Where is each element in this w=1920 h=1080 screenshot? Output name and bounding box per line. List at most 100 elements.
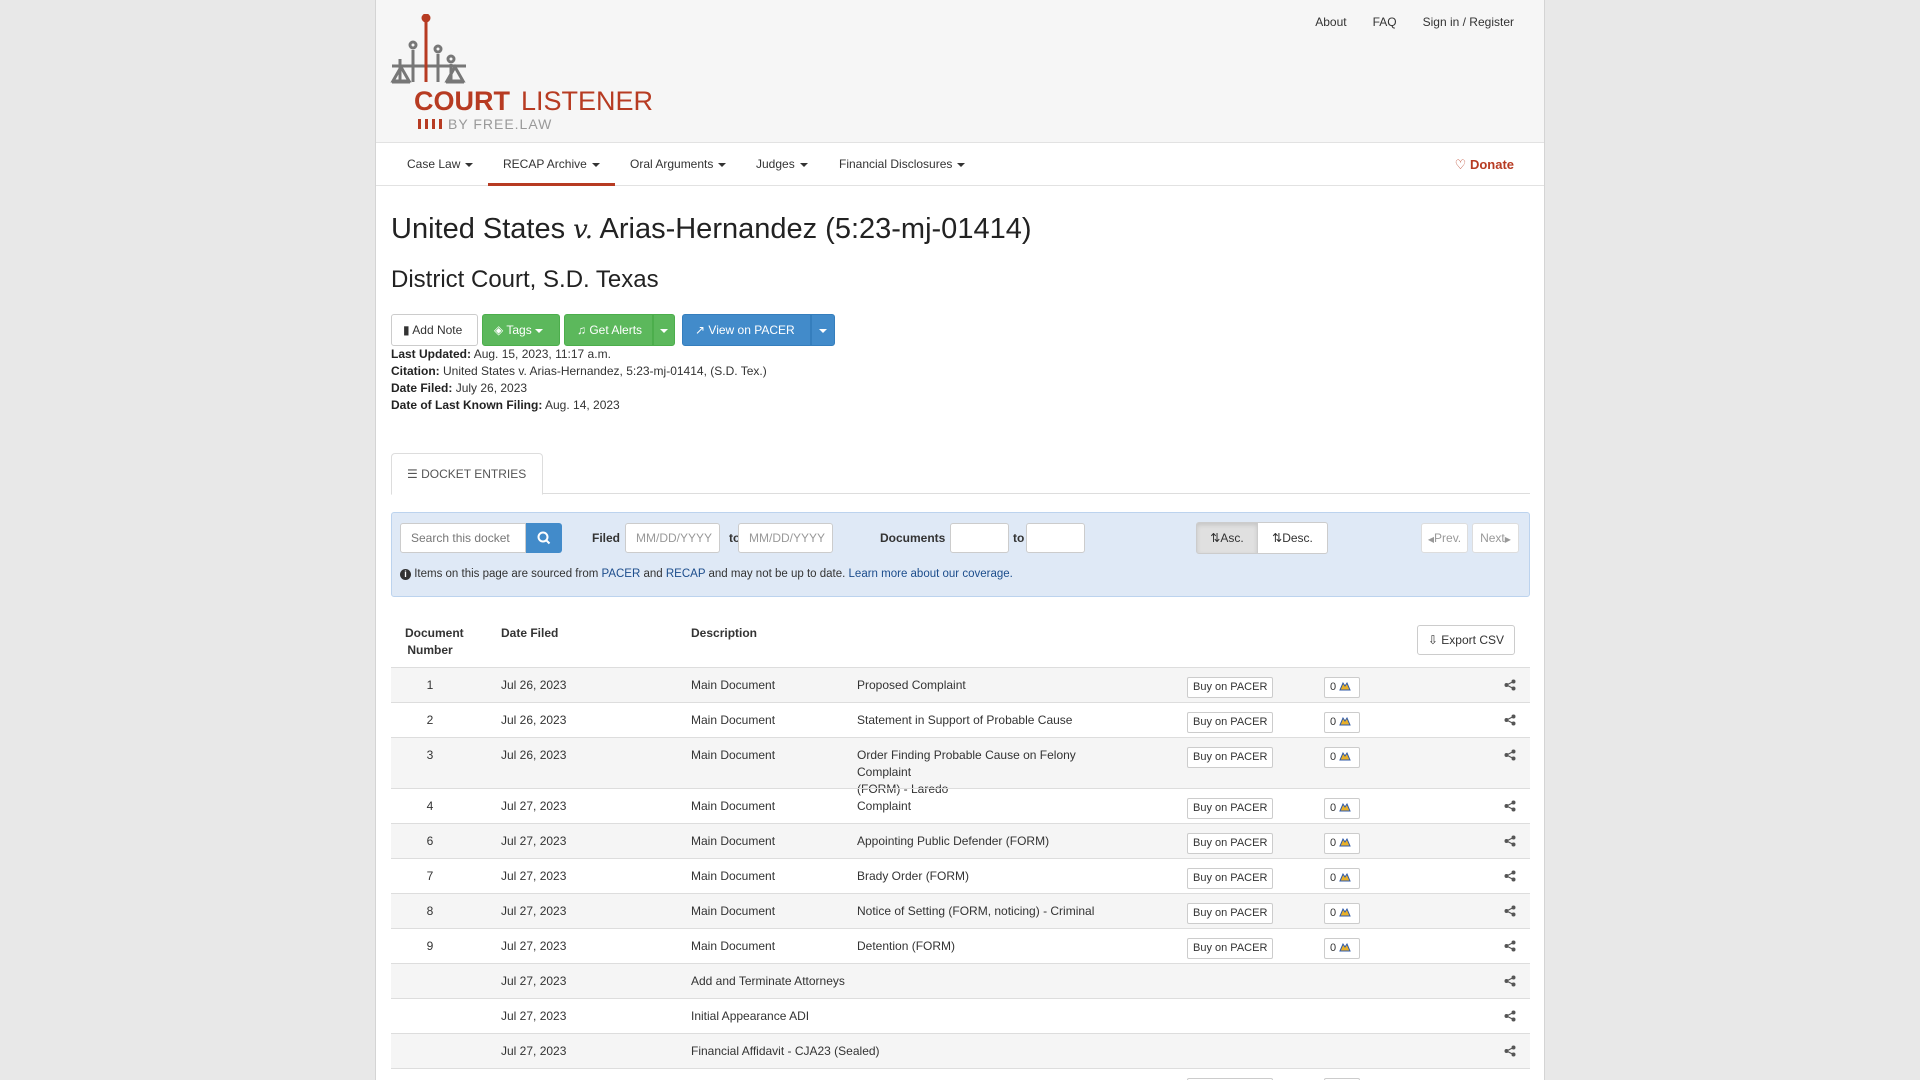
buy-on-pacer-button[interactable]: Buy on PACER [1187, 798, 1274, 819]
add-note-button[interactable]: ▮ Add Note [391, 314, 478, 346]
pacer-dropdown-toggle[interactable] [811, 314, 835, 346]
meta-label: Date of Last Known Filing: [391, 398, 543, 412]
sort-asc-button[interactable]: ⇅Asc. [1196, 522, 1258, 554]
buy-on-pacer-button[interactable]: Buy on PACER [1187, 677, 1274, 698]
courtlistener-logo[interactable]: COURT LISTENER BY FREE.LAW [390, 14, 660, 134]
donate-link[interactable]: ♡ Donate [1455, 143, 1514, 186]
faq-link[interactable]: FAQ [1373, 15, 1397, 29]
search-docket-input[interactable]: Search this docket [400, 523, 526, 553]
doc-number[interactable]: 7 [405, 868, 455, 885]
tag-count-button[interactable]: 0 [1324, 798, 1360, 819]
col-header-description[interactable]: Description [691, 625, 757, 642]
date-filed: Jul 27, 2023 [501, 974, 567, 988]
date-filed: Jul 27, 2023 [501, 834, 567, 848]
share-icon[interactable] [1504, 835, 1516, 847]
tag-count-button[interactable]: 0 [1324, 747, 1360, 768]
share-icon[interactable] [1504, 679, 1516, 691]
col-header-doc-number[interactable]: Document Number [405, 625, 464, 659]
col-header-line: Document [405, 626, 464, 640]
table-row: 1 Jul 26, 2023 Main Document Proposed Compl… [391, 667, 1530, 702]
tag-count-button[interactable]: 0 [1324, 712, 1360, 733]
document-type: Add and Terminate Attorneys [691, 974, 845, 988]
doc-number[interactable]: 9 [405, 938, 455, 955]
date-filed: Jul 27, 2023 [501, 904, 567, 918]
tag-count-button[interactable]: 0 [1324, 833, 1360, 854]
tag-count: 0 [1330, 802, 1337, 814]
entry-description: Notice of Setting (FORM, noticing) - Cri… [857, 903, 1127, 920]
sort-desc-button[interactable]: ⇅Desc. [1257, 522, 1328, 554]
search-button[interactable] [526, 523, 562, 553]
date-filed: Jul 27, 2023 [501, 869, 567, 883]
sort-asc-label: Asc. [1220, 531, 1244, 545]
doc-number[interactable]: 4 [405, 798, 455, 815]
tag-count-button[interactable]: 0 [1324, 903, 1360, 924]
date-filed: Jul 27, 2023 [501, 939, 567, 953]
doc-number[interactable]: 6 [405, 833, 455, 850]
tag-count-button[interactable]: 0 [1324, 868, 1360, 889]
get-alerts-button[interactable]: ♫ Get Alerts [564, 314, 653, 346]
doc-number[interactable]: 8 [405, 903, 455, 920]
document-type: Financial Affidavit - CJA23 (Sealed) [691, 1044, 880, 1058]
tab-docket-entries[interactable]: ☰ DOCKET ENTRIES [391, 453, 543, 495]
share-icon[interactable] [1504, 749, 1516, 761]
documents-to-input[interactable] [1026, 523, 1085, 553]
share-icon[interactable] [1504, 714, 1516, 726]
about-link[interactable]: About [1315, 15, 1346, 29]
documents-from-input[interactable] [950, 523, 1009, 553]
description-line: Notice of Setting (FORM, noticing) - Cri… [857, 904, 1095, 918]
col-header-date-filed[interactable]: Date Filed [501, 625, 558, 642]
caret-down-icon [591, 162, 600, 167]
share-icon[interactable] [1504, 1010, 1516, 1022]
nav-oral-arguments[interactable]: Oral Arguments [630, 143, 727, 186]
tag-count: 0 [1330, 837, 1337, 849]
filed-to-input[interactable]: MM/DD/YYYY [738, 523, 833, 553]
export-csv-button[interactable]: ⇩ Export CSV [1416, 625, 1515, 655]
entry-description: Brady Order (FORM) [857, 868, 1127, 885]
nav-recap-archive[interactable]: RECAP Archive [488, 143, 615, 186]
nav-judges[interactable]: Judges [756, 143, 808, 186]
buy-on-pacer-button[interactable]: Buy on PACER [1187, 903, 1274, 924]
tag-count: 0 [1330, 716, 1337, 728]
buy-on-pacer-button[interactable]: Buy on PACER [1187, 712, 1274, 733]
share-icon[interactable] [1504, 800, 1516, 812]
get-alerts-label: Get Alerts [589, 323, 643, 337]
buy-on-pacer-button[interactable]: Buy on PACER [1187, 833, 1274, 854]
doc-number[interactable]: 1 [405, 677, 455, 694]
hand-icon [1339, 681, 1351, 693]
share-icon[interactable] [1504, 1045, 1516, 1057]
tags-button[interactable]: ◈ Tags [482, 314, 560, 346]
tag-count-button[interactable]: 0 [1324, 677, 1360, 698]
caret-down-icon [660, 328, 668, 333]
doc-number[interactable]: 2 [405, 712, 455, 729]
description-line: Order Finding Probable Cause on Felony C… [857, 748, 1076, 779]
next-page-button[interactable]: Next▶ [1472, 523, 1519, 553]
download-icon: ⇩ [1427, 633, 1438, 647]
buy-on-pacer-button[interactable]: Buy on PACER [1187, 747, 1274, 768]
pacer-link[interactable]: PACER [602, 568, 641, 580]
buy-on-pacer-button[interactable]: Buy on PACER [1187, 868, 1274, 889]
date-filed: Jul 26, 2023 [501, 678, 567, 692]
logo-text-court: COURT [414, 86, 510, 116]
buy-on-pacer-button[interactable]: Buy on PACER [1187, 938, 1274, 959]
doc-number[interactable]: 3 [405, 747, 455, 764]
nav-case-law[interactable]: Case Law [407, 143, 474, 186]
sign-in-link[interactable]: Sign in / Register [1423, 15, 1514, 29]
notice-text-b: and may not be up to date. [708, 568, 846, 580]
hand-icon [1339, 942, 1351, 954]
share-icon[interactable] [1504, 870, 1516, 882]
recap-link[interactable]: RECAP [666, 568, 705, 580]
prev-page-button[interactable]: ◀Prev. [1421, 523, 1468, 553]
filed-from-input[interactable]: MM/DD/YYYY [625, 523, 720, 553]
share-icon[interactable] [1504, 940, 1516, 952]
share-icon[interactable] [1504, 975, 1516, 987]
top-links: About FAQ Sign in / Register [1315, 15, 1514, 29]
hand-icon [1339, 716, 1351, 728]
document-type: Main Document [691, 939, 776, 953]
share-icon[interactable] [1504, 905, 1516, 917]
view-on-pacer-button[interactable]: ↗ View on PACER [682, 314, 811, 346]
list-icon: ☰ [407, 467, 418, 481]
nav-financial-disclosures[interactable]: Financial Disclosures [839, 143, 966, 186]
alerts-dropdown-toggle[interactable] [653, 314, 675, 346]
tag-count-button[interactable]: 0 [1324, 938, 1360, 959]
coverage-link[interactable]: Learn more about our coverage. [849, 568, 1013, 580]
